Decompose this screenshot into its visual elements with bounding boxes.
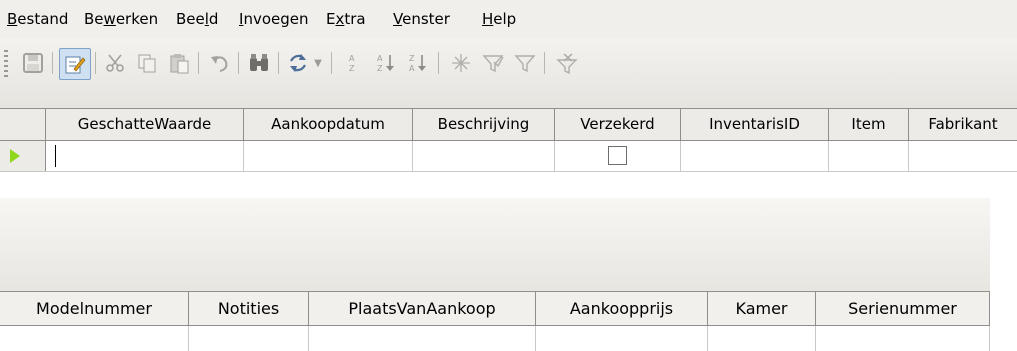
cell-beschrijving[interactable] [413,141,555,171]
cell-aankoopprijs[interactable] [536,326,708,351]
column-header[interactable]: Beschrijving [413,109,555,140]
toolbar-separator [278,52,279,74]
toolbar-separator [438,52,439,74]
toolbar-separator [52,52,53,74]
toolbar-separator [95,52,96,74]
cell-notities[interactable] [189,326,309,351]
cell-verzekerd [555,141,681,171]
toolbar-separator [198,52,199,74]
column-header[interactable]: Notities [189,292,309,325]
column-header[interactable]: Item [829,109,909,140]
toolbar: ▼ AZ AZ ZA [0,38,1017,108]
menu-bestand[interactable]: Bestand [7,10,68,28]
menu-invoegen[interactable]: Invoegen [239,10,308,28]
toolbar-separator [544,52,545,74]
verzekerd-checkbox[interactable] [608,146,627,165]
menu-bar: Bestand Bewerken Beeld Invoegen Extra Ve… [0,0,1017,38]
apply-filter-icon[interactable] [510,48,540,78]
top-window: Bestand Bewerken Beeld Invoegen Extra Ve… [0,0,1017,182]
remove-filter-icon[interactable] [552,48,582,78]
column-header[interactable]: PlaatsVanAankoop [309,292,536,325]
text-caret [55,145,56,167]
refresh-icon[interactable] [283,48,313,78]
svg-text:Z: Z [377,64,383,73]
current-row-arrow-icon [10,149,20,163]
paste-icon[interactable] [164,48,194,78]
toolbar-separator [331,52,332,74]
sort-descending-icon[interactable]: ZA [403,48,433,78]
menu-help[interactable]: Help [482,10,516,28]
svg-text:A: A [349,54,355,63]
column-header[interactable]: InventarisID [681,109,829,140]
svg-text:A: A [409,64,415,73]
sort-ascending-icon[interactable]: AZ [371,48,401,78]
cell-item[interactable] [829,141,909,171]
chevron-down-icon[interactable]: ▼ [311,48,325,78]
menu-extra[interactable]: Extra [326,10,366,28]
standard-filter-icon[interactable] [478,48,508,78]
table-row [0,141,1017,172]
svg-text:Z: Z [349,64,355,73]
autofilter-icon[interactable] [446,48,476,78]
find-icon[interactable] [244,48,274,78]
column-header[interactable]: Kamer [708,292,816,325]
undo-icon[interactable] [204,48,234,78]
toolbar-area [0,198,990,291]
save-icon[interactable] [18,48,48,78]
cell-inventarisid[interactable] [681,141,829,171]
cell-fabrikant[interactable] [909,141,1017,171]
cell-serienummer[interactable] [816,326,990,351]
cell-geschattewaarde[interactable] [46,141,244,171]
cell-modelnummer[interactable] [0,326,189,351]
menu-venster[interactable]: Venster [393,10,450,28]
cut-icon[interactable] [100,48,130,78]
svg-text:Z: Z [409,54,415,63]
row-header[interactable] [0,141,46,171]
data-grid-1: GeschatteWaarde Aankoopdatum Beschrijvin… [0,108,1017,178]
toolbar-separator [238,52,239,74]
bottom-window: Modelnummer Notities PlaatsVanAankoop Aa… [0,198,990,351]
copy-icon[interactable] [132,48,162,78]
cell-aankoopdatum[interactable] [244,141,413,171]
column-header[interactable]: GeschatteWaarde [46,109,244,140]
table-row [0,326,990,351]
sort-icon[interactable]: AZ [339,48,369,78]
screenshot-margin [990,198,1017,351]
column-header[interactable]: Aankoopprijs [536,292,708,325]
column-header[interactable]: Aankoopdatum [244,109,413,140]
toolbar-grip[interactable] [4,50,8,80]
column-header[interactable]: Verzekerd [555,109,681,140]
column-header[interactable]: Fabrikant [909,109,1017,140]
cell-kamer[interactable] [708,326,816,351]
edit-mode-icon[interactable] [59,48,91,80]
menu-beeld[interactable]: Beeld [176,10,218,28]
column-header-row: GeschatteWaarde Aankoopdatum Beschrijvin… [0,108,1017,141]
screenshot-gap [0,178,1017,198]
svg-text:A: A [377,54,383,63]
column-header[interactable]: Modelnummer [0,292,189,325]
row-header-corner [0,109,46,140]
column-header-row: Modelnummer Notities PlaatsVanAankoop Aa… [0,291,990,326]
cell-plaatsvanaankoop[interactable] [309,326,536,351]
column-header[interactable]: Serienummer [816,292,990,325]
menu-bewerken[interactable]: Bewerken [84,10,158,28]
